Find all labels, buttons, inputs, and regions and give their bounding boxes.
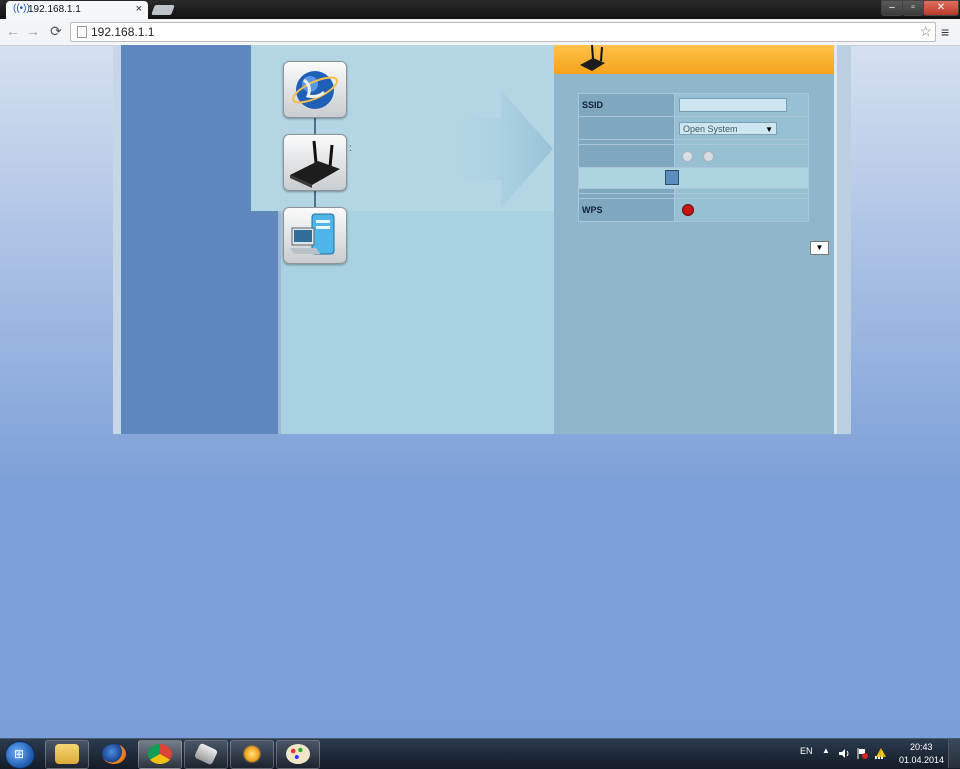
explorer-icon[interactable] bbox=[45, 740, 89, 769]
ssid-cell bbox=[674, 93, 809, 117]
back-arrow-icon[interactable]: ← bbox=[5, 23, 21, 39]
language-indicator[interactable]: EN bbox=[800, 746, 813, 756]
arrow-graphic bbox=[448, 90, 553, 208]
page-icon bbox=[77, 26, 87, 38]
ssid-label: SSID bbox=[578, 93, 675, 117]
wireless-settings-panel: SSID Open System ▼ WPS ▼ bbox=[554, 45, 834, 434]
client-computer-icon[interactable] bbox=[283, 207, 347, 264]
wide-cell bbox=[578, 167, 809, 189]
internet-globe-icon[interactable] bbox=[283, 61, 347, 118]
tab-close-icon[interactable]: × bbox=[136, 3, 142, 15]
dropdown-arrow-button[interactable]: ▼ bbox=[810, 241, 829, 255]
radio-option-1[interactable] bbox=[682, 150, 693, 162]
auth-label-cell bbox=[578, 116, 675, 140]
new-tab-button[interactable] bbox=[151, 5, 175, 15]
bookmark-star-icon[interactable]: ☆ bbox=[919, 23, 932, 40]
chrome-icon[interactable] bbox=[138, 740, 182, 769]
ssid-input[interactable] bbox=[679, 98, 787, 112]
sparkle-icon bbox=[240, 744, 264, 764]
browser-titlebar: ((•)) 192.168.1.1 × – ▫ ✕ bbox=[0, 0, 960, 19]
url-text[interactable]: 192.168.1.1 bbox=[91, 25, 154, 39]
clock-time[interactable]: 20:43 bbox=[910, 742, 933, 752]
windows-logo-icon: ⊞ bbox=[14, 747, 25, 761]
firefox-logo-icon bbox=[102, 744, 126, 764]
table-row: Open System ▼ bbox=[578, 116, 809, 140]
tag-icon bbox=[193, 742, 219, 766]
maximize-button[interactable]: ▫ bbox=[902, 0, 924, 16]
authentication-select-value: Open System bbox=[683, 123, 738, 134]
folder-icon bbox=[55, 744, 79, 764]
wireless-settings-table: SSID Open System ▼ WPS bbox=[578, 93, 809, 222]
chrome-logo-icon bbox=[148, 744, 172, 764]
radio-label-cell bbox=[578, 144, 675, 168]
checkbox-button[interactable] bbox=[665, 170, 679, 185]
radio-option-2[interactable] bbox=[702, 150, 714, 162]
right-border bbox=[834, 45, 851, 434]
wps-label: WPS bbox=[578, 198, 675, 222]
show-desktop-button[interactable] bbox=[948, 739, 960, 768]
taskbar: ⊞ EN ▲ 20:43 01.04.2014 bbox=[0, 738, 960, 769]
volume-icon[interactable] bbox=[839, 748, 850, 759]
topology-label: : bbox=[349, 143, 352, 154]
reload-icon[interactable]: ⟳ bbox=[48, 23, 64, 39]
table-row: SSID bbox=[578, 93, 809, 117]
address-bar[interactable]: 192.168.1.1 ☆ bbox=[70, 22, 936, 42]
sparkle-app-icon[interactable] bbox=[230, 740, 274, 769]
close-window-button[interactable]: ✕ bbox=[923, 0, 959, 16]
minimize-button[interactable]: – bbox=[881, 0, 903, 16]
palette-icon bbox=[286, 744, 310, 764]
table-row bbox=[578, 144, 809, 168]
router-page: : SSID Open System ▼ WPS ▼ bbox=[113, 45, 851, 434]
tab-router[interactable]: ((•)) 192.168.1.1 × bbox=[6, 1, 148, 19]
browser-menu-icon[interactable]: ≡ bbox=[941, 24, 949, 40]
topology-link bbox=[314, 190, 316, 207]
wps-status-indicator[interactable] bbox=[682, 204, 694, 216]
start-button[interactable]: ⊞ bbox=[5, 741, 35, 769]
topology-link bbox=[314, 117, 316, 134]
tray-expand-icon[interactable]: ▲ bbox=[822, 746, 830, 755]
tab-title: 192.168.1.1 bbox=[28, 4, 81, 15]
authentication-select[interactable]: Open System ▼ bbox=[679, 121, 777, 135]
forward-arrow-icon[interactable]: → bbox=[25, 23, 41, 39]
router-icon[interactable] bbox=[283, 134, 347, 191]
network-icon[interactable] bbox=[875, 748, 886, 759]
auth-cell: Open System ▼ bbox=[674, 116, 809, 140]
app-icon[interactable] bbox=[184, 740, 228, 769]
table-row: WPS bbox=[578, 198, 809, 222]
wps-cell bbox=[674, 198, 809, 222]
browser-toolbar: ← → ⟳ 192.168.1.1 ☆ ≡ bbox=[0, 19, 960, 46]
firefox-icon[interactable] bbox=[92, 740, 136, 769]
chevron-down-icon: ▼ bbox=[765, 124, 773, 134]
router-icon bbox=[580, 45, 605, 71]
panel-header bbox=[554, 45, 834, 74]
clock-date[interactable]: 01.04.2014 bbox=[899, 755, 944, 765]
table-row bbox=[578, 167, 809, 189]
action-center-flag-icon[interactable] bbox=[857, 748, 868, 759]
radio-cell bbox=[674, 144, 809, 168]
paint-icon[interactable] bbox=[276, 740, 320, 769]
